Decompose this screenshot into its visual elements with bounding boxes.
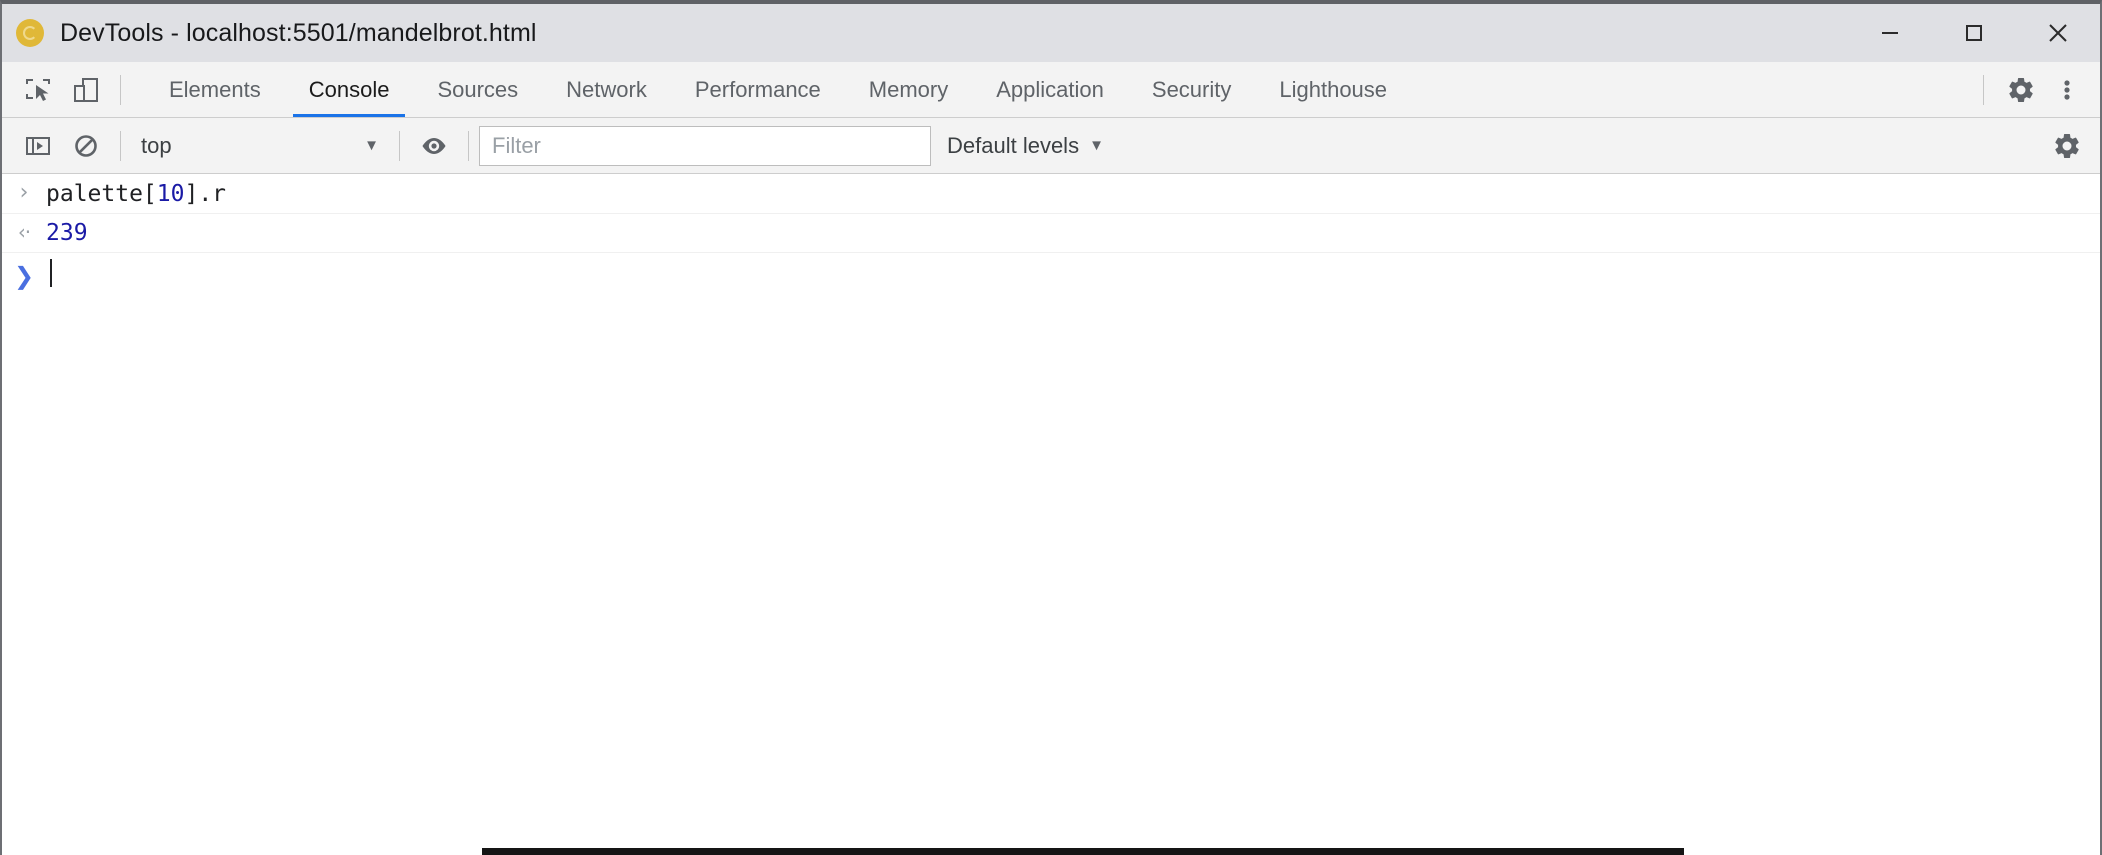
console-sidebar-toggle-icon	[24, 132, 52, 160]
console-result-gutter: ‹·	[2, 218, 46, 244]
clear-console-button[interactable]	[62, 123, 110, 169]
chevron-down-icon: ▼	[364, 138, 379, 153]
prompt-chevron-icon: ❯	[14, 262, 34, 290]
code-token-number: 10	[157, 181, 185, 207]
console-settings-button[interactable]	[2044, 123, 2090, 169]
text-cursor	[50, 259, 52, 287]
tab-elements[interactable]: Elements	[145, 62, 285, 117]
console-input-row[interactable]: › palette[10].r	[2, 174, 2100, 214]
window-title: DevTools - localhost:5501/mandelbrot.htm…	[60, 19, 537, 48]
tab-memory[interactable]: Memory	[845, 62, 972, 117]
minimize-icon	[1877, 20, 1903, 46]
chevron-right-icon: ›	[20, 180, 29, 205]
inspect-element-button[interactable]	[14, 67, 62, 113]
minimize-button[interactable]	[1848, 4, 1932, 62]
console-input-text: palette[10].r	[46, 178, 226, 209]
console-prompt-gutter: ❯	[2, 260, 46, 290]
console-input-gutter: ›	[2, 178, 46, 205]
tab-application[interactable]: Application	[972, 62, 1128, 117]
console-toolbar-divider-2	[399, 131, 400, 161]
console-settings-gear-icon	[2052, 131, 2082, 161]
tab-performance[interactable]: Performance	[671, 62, 845, 117]
devtools-circle-icon	[16, 19, 44, 47]
devtools-window: DevTools - localhost:5501/mandelbrot.htm…	[0, 0, 2102, 855]
console-result-row[interactable]: ‹· 239	[2, 214, 2100, 253]
close-button[interactable]	[2016, 4, 2100, 62]
title-bar: DevTools - localhost:5501/mandelbrot.htm…	[2, 4, 2100, 62]
chevron-down-icon: ▼	[1089, 138, 1104, 153]
tabstrip-actions	[1979, 62, 2100, 117]
console-toolbar-divider-3	[468, 131, 469, 161]
devtools-more-menu-button[interactable]	[2044, 67, 2090, 113]
inspect-element-icon	[23, 75, 53, 105]
tab-sources[interactable]: Sources	[413, 62, 542, 117]
log-levels-selector[interactable]: Default levels ▼	[947, 133, 1104, 159]
live-expression-button[interactable]	[410, 123, 458, 169]
console-prompt-input[interactable]	[46, 259, 52, 291]
return-arrow-icon: ‹·	[18, 220, 30, 244]
devtools-settings-button[interactable]	[1998, 67, 2044, 113]
console-filter-input[interactable]	[479, 126, 931, 166]
horizontal-scrollbar-thumb[interactable]	[482, 848, 1684, 855]
clear-console-icon	[72, 132, 100, 160]
close-icon	[2043, 18, 2073, 48]
execution-context-selector[interactable]: top ▼	[131, 126, 389, 166]
maximize-icon	[1961, 20, 1987, 46]
toolbar-divider	[120, 75, 121, 105]
code-token-identifier: palette[	[46, 181, 157, 207]
tab-network[interactable]: Network	[542, 62, 671, 117]
tabstrip-divider	[1983, 75, 1984, 105]
console-message-list[interactable]: › palette[10].r ‹· 239 ❯	[2, 174, 2100, 855]
live-expression-eye-icon	[419, 132, 449, 160]
console-sidebar-toggle-button[interactable]	[14, 123, 62, 169]
horizontal-scrollbar[interactable]	[2, 844, 2100, 855]
code-token-property: ].r	[184, 181, 226, 207]
gear-icon	[2006, 75, 2036, 105]
panel-tabs: Elements Console Sources Network Perform…	[145, 62, 1411, 117]
execution-context-value: top	[141, 133, 364, 159]
more-vertical-icon	[2054, 75, 2080, 105]
log-levels-label: Default levels	[947, 133, 1079, 159]
tab-lighthouse[interactable]: Lighthouse	[1255, 62, 1411, 117]
maximize-button[interactable]	[1932, 4, 2016, 62]
device-toolbar-icon	[71, 75, 101, 105]
devtools-tab-strip: Elements Console Sources Network Perform…	[2, 62, 2100, 118]
console-result-value: 239	[46, 218, 88, 248]
console-prompt-row[interactable]: ❯	[2, 253, 2100, 297]
console-toolbar-actions	[2044, 118, 2090, 173]
tab-security[interactable]: Security	[1128, 62, 1255, 117]
window-controls	[1848, 4, 2100, 62]
console-toolbar-divider-1	[120, 131, 121, 161]
tab-console[interactable]: Console	[285, 62, 414, 117]
console-toolbar: top ▼ Default levels ▼	[2, 118, 2100, 174]
inspect-tools	[2, 62, 131, 117]
device-toolbar-button[interactable]	[62, 67, 110, 113]
